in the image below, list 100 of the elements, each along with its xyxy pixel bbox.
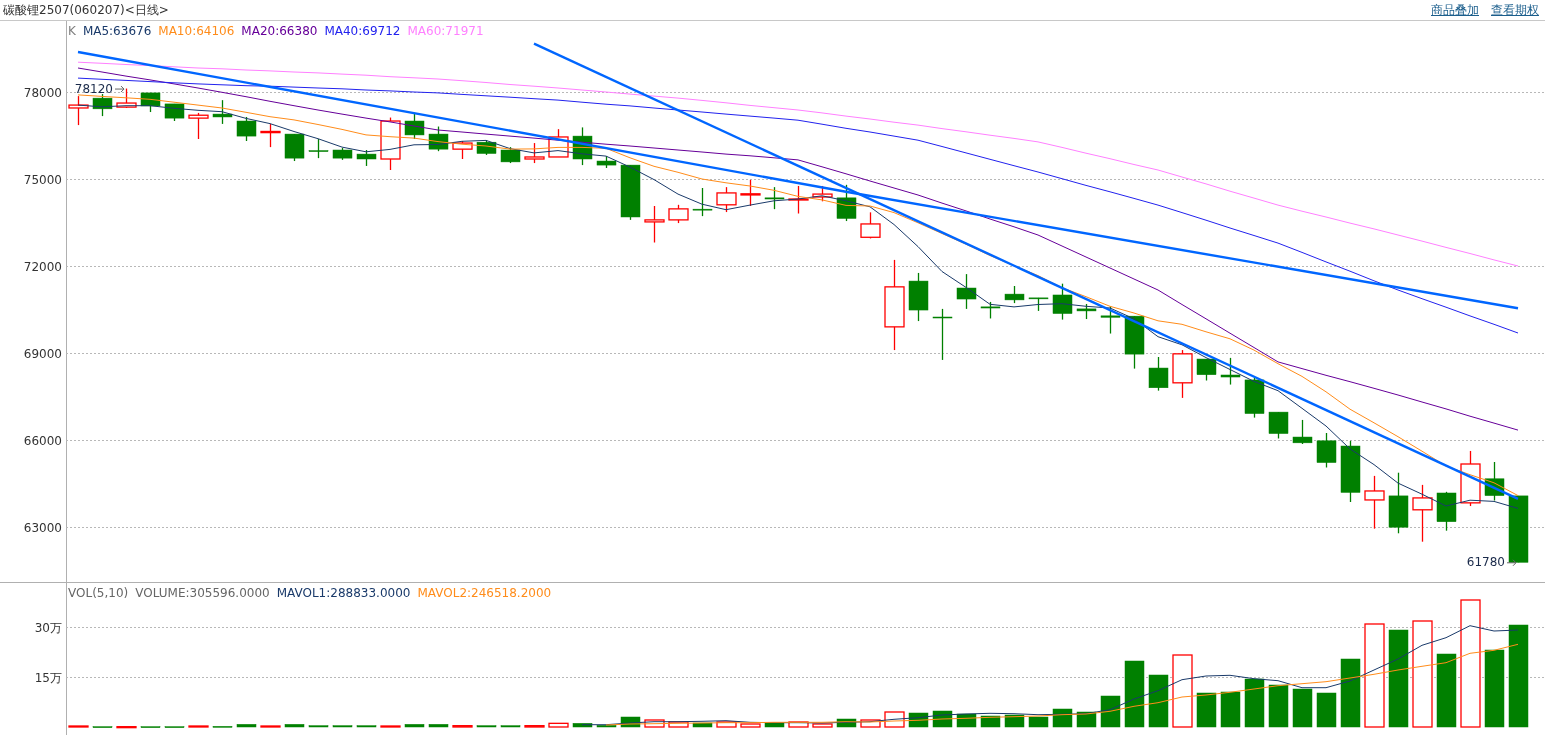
volume-bar bbox=[548, 722, 569, 728]
candlestick bbox=[1412, 484, 1433, 543]
candlestick bbox=[980, 301, 1001, 320]
legend-label: MA40:69712 bbox=[324, 24, 401, 39]
candlestick bbox=[236, 116, 257, 142]
candlestick bbox=[620, 164, 641, 221]
volume-bar bbox=[644, 719, 665, 728]
axis-label: 78000 bbox=[23, 85, 62, 100]
legend-label: VOLUME:305596.0000 bbox=[135, 586, 270, 601]
volume-bar bbox=[812, 723, 833, 728]
candlestick bbox=[380, 116, 401, 171]
candlestick bbox=[1340, 440, 1361, 503]
candlestick bbox=[836, 184, 857, 222]
candlestick bbox=[860, 211, 881, 240]
volume-bar bbox=[260, 725, 281, 728]
axis-label: 66000 bbox=[23, 433, 62, 448]
axis-label: 72000 bbox=[23, 259, 62, 274]
candlestick bbox=[1364, 475, 1385, 530]
legend-label: MA60:71971 bbox=[407, 24, 484, 39]
candlestick bbox=[1484, 461, 1505, 502]
volume-bar bbox=[1268, 684, 1289, 728]
candlestick bbox=[596, 155, 617, 169]
volume-bar bbox=[1100, 695, 1121, 728]
volume-bar bbox=[476, 725, 497, 728]
candlestick bbox=[116, 87, 137, 109]
candlestick bbox=[1076, 303, 1097, 320]
volume-bar bbox=[308, 725, 329, 728]
legend-label: MAVOL1:288833.0000 bbox=[276, 586, 411, 601]
candlestick bbox=[356, 149, 377, 167]
volume-bar bbox=[236, 724, 257, 728]
volume-bar bbox=[68, 725, 89, 728]
axis-label: 63000 bbox=[23, 520, 62, 535]
pointer-arrow bbox=[114, 85, 125, 93]
volume-bar bbox=[716, 721, 737, 728]
candlestick bbox=[1436, 491, 1457, 532]
volume-bar bbox=[1148, 674, 1169, 728]
volume-bar bbox=[500, 725, 521, 728]
candlestick bbox=[1244, 377, 1265, 419]
axis-label: 15万 bbox=[34, 670, 62, 685]
volume-bar bbox=[980, 715, 1001, 728]
candlestick bbox=[572, 126, 593, 166]
candlestick bbox=[1172, 349, 1193, 399]
volume-bar bbox=[428, 724, 449, 728]
legend-label: MA20:66380 bbox=[241, 24, 318, 39]
volume-bar bbox=[1340, 658, 1361, 728]
volume-bar bbox=[1124, 660, 1145, 728]
candlestick bbox=[932, 308, 953, 361]
candlestick bbox=[1460, 450, 1481, 507]
candlestick bbox=[140, 92, 161, 113]
candlestick bbox=[1124, 315, 1145, 370]
candlestick bbox=[404, 112, 425, 140]
candlestick bbox=[956, 273, 977, 310]
candlestick bbox=[452, 140, 473, 160]
candlestick bbox=[1196, 358, 1217, 382]
volume-bar bbox=[692, 722, 713, 728]
volume-bar bbox=[524, 725, 545, 728]
volume-bar bbox=[116, 726, 137, 729]
candlestick bbox=[188, 112, 209, 140]
candlestick bbox=[476, 139, 497, 156]
candlestick bbox=[668, 204, 689, 224]
candlestick bbox=[1100, 305, 1121, 335]
legend-label: VOL(5,10) bbox=[68, 586, 129, 601]
volume-bar bbox=[860, 719, 881, 728]
volume-bar bbox=[740, 723, 761, 728]
volume-bar bbox=[404, 724, 425, 728]
candlestick bbox=[1028, 297, 1049, 312]
volume-bar bbox=[620, 716, 641, 728]
candlestick bbox=[908, 272, 929, 322]
volume-bar bbox=[1052, 708, 1073, 728]
candlestick bbox=[716, 186, 737, 213]
candlestick bbox=[1292, 419, 1313, 445]
candlestick bbox=[788, 185, 809, 215]
volume-bar bbox=[1028, 716, 1049, 728]
volume-bar bbox=[572, 723, 593, 728]
candlestick bbox=[68, 95, 89, 126]
price-label: 78120 bbox=[74, 81, 113, 96]
volume-bar bbox=[1244, 678, 1265, 728]
volume-bar bbox=[836, 718, 857, 728]
volume-bar bbox=[1292, 688, 1313, 728]
candlestick bbox=[740, 179, 761, 207]
volume-bar bbox=[1004, 714, 1025, 728]
candlestick bbox=[1316, 432, 1337, 469]
volume-bar bbox=[356, 725, 377, 728]
chart-title: 碳酸锂2507(060207)<日线> bbox=[3, 1, 169, 19]
menu-link[interactable]: 查看期权 bbox=[1491, 1, 1539, 19]
candlestick bbox=[524, 142, 545, 164]
candlestick bbox=[1004, 285, 1025, 304]
legend-label: MA10:64106 bbox=[158, 24, 235, 39]
candlestick bbox=[1508, 495, 1529, 563]
volume-bar bbox=[380, 725, 401, 728]
candlestick bbox=[1388, 472, 1409, 534]
volume-bar bbox=[188, 725, 209, 728]
legend-label: K bbox=[68, 24, 76, 39]
volume-bar bbox=[668, 721, 689, 728]
volume-bar bbox=[284, 724, 305, 728]
candlestick bbox=[1052, 283, 1073, 321]
menu-link[interactable]: 商品叠加 bbox=[1431, 1, 1479, 19]
price-label: 61780 bbox=[1466, 555, 1505, 570]
pointer-arrow bbox=[1506, 559, 1517, 567]
volume-bar bbox=[1316, 692, 1337, 728]
